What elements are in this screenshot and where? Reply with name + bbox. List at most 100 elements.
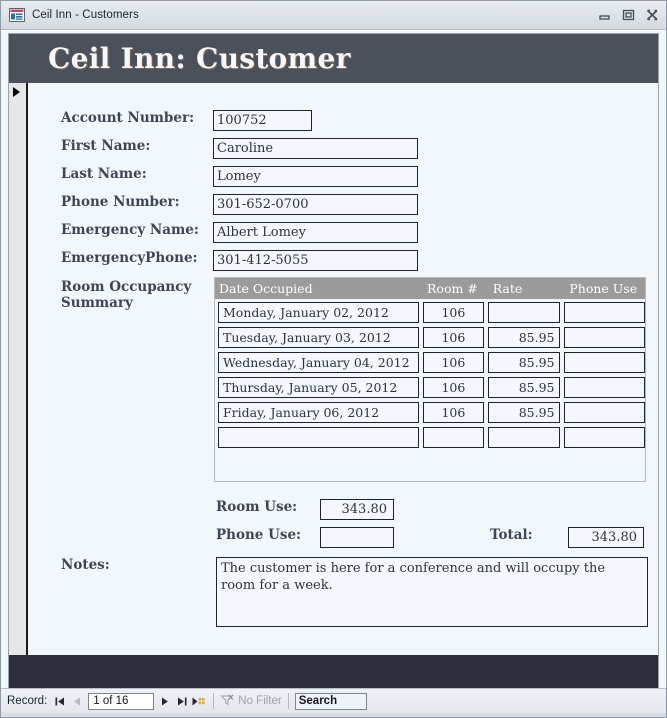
- search-input[interactable]: Search: [294, 692, 367, 710]
- input-phone-number[interactable]: 301-652-0700: [213, 194, 418, 215]
- label-emergency-name: Emergency Name:: [61, 222, 199, 238]
- access-form-window: Ceil Inn - Customers Ceil Inn: Customer …: [0, 0, 667, 718]
- cell-phone-use[interactable]: [563, 352, 645, 373]
- filter-label: No Filter: [238, 695, 282, 707]
- cell-rate[interactable]: [487, 302, 560, 323]
- page-title: Ceil Inn: Customer: [48, 42, 351, 75]
- close-icon[interactable]: [645, 8, 660, 22]
- cell-date-occupied[interactable]: Thursday, January 05, 2012: [218, 377, 419, 398]
- window-title: Ceil Inn - Customers: [32, 9, 139, 21]
- column-header-room-number[interactable]: Room #: [423, 278, 489, 299]
- label-phone-use-total: Phone Use:: [216, 527, 302, 543]
- cell-rate[interactable]: 85.95: [487, 327, 560, 348]
- form-document-area: Ceil Inn: Customer Account Number: 10075…: [1, 30, 666, 688]
- window-controls: [597, 1, 660, 29]
- form-footer-band: [9, 655, 658, 688]
- input-last-name[interactable]: Lomey: [213, 166, 418, 187]
- value-total[interactable]: 343.80: [568, 527, 644, 548]
- column-header-date-occupied[interactable]: Date Occupied: [215, 278, 423, 299]
- filter-icon: [220, 694, 234, 709]
- table-row: Friday, January 06, 2012 106 85.95: [218, 402, 645, 423]
- input-first-name[interactable]: Caroline: [213, 138, 418, 159]
- form-fields-container: Account Number: 100752 First Name: Carol…: [28, 83, 658, 655]
- field-row-account-number: Account Number: 100752: [61, 110, 312, 131]
- field-row-first-name: First Name: Caroline: [61, 138, 418, 159]
- field-row-phone-use-total: Phone Use:: [216, 527, 394, 548]
- filter-button[interactable]: No Filter: [220, 694, 282, 709]
- form-detail-band: Account Number: 100752 First Name: Carol…: [9, 83, 658, 655]
- field-row-notes: Notes: The customer is here for a confer…: [61, 557, 648, 627]
- input-emergency-name[interactable]: Albert Lomey: [213, 222, 418, 243]
- cell-room-number[interactable]: 106: [422, 302, 484, 323]
- restore-icon[interactable]: [621, 8, 636, 22]
- value-phone-use-total[interactable]: [320, 527, 394, 548]
- field-row-phone-number: Phone Number: 301-652-0700: [61, 194, 418, 215]
- form-surface: Ceil Inn: Customer Account Number: 10075…: [8, 33, 659, 688]
- cell-date-occupied[interactable]: Wednesday, January 04, 2012: [218, 352, 419, 373]
- table-row-new: [218, 427, 645, 448]
- minimize-icon[interactable]: [597, 8, 612, 22]
- cell-phone-use[interactable]: [563, 402, 645, 423]
- table-row: Monday, January 02, 2012 106: [218, 302, 645, 323]
- cell-room-number[interactable]: 106: [422, 327, 484, 348]
- label-last-name: Last Name:: [61, 166, 147, 182]
- first-record-icon[interactable]: [52, 692, 69, 710]
- cell-rate[interactable]: [487, 427, 560, 448]
- window-titlebar[interactable]: Ceil Inn - Customers: [1, 1, 666, 30]
- navbar-divider-2: [287, 693, 289, 709]
- input-account-number[interactable]: 100752: [213, 110, 312, 131]
- last-record-icon[interactable]: [173, 692, 190, 710]
- cell-room-number[interactable]: 106: [422, 352, 484, 373]
- record-position-input[interactable]: 1 of 16: [88, 692, 155, 710]
- cell-rate[interactable]: 85.95: [487, 377, 560, 398]
- field-row-total: Total: 343.80: [490, 527, 644, 548]
- cell-room-number[interactable]: [422, 427, 484, 448]
- label-room-use: Room Use:: [216, 499, 298, 515]
- label-total: Total:: [490, 527, 533, 543]
- table-row: Thursday, January 05, 2012 106 85.95: [218, 377, 645, 398]
- table-row: Tuesday, January 03, 2012 106 85.95: [218, 327, 645, 348]
- cell-date-occupied[interactable]: Friday, January 06, 2012: [218, 402, 419, 423]
- subform-header-row: Date Occupied Room # Rate Phone Use: [215, 278, 645, 299]
- field-row-room-use: Room Use: 343.80: [216, 499, 394, 520]
- current-record-marker-icon: [13, 87, 20, 97]
- label-account-number: Account Number:: [61, 110, 195, 126]
- label-phone-number: Phone Number:: [61, 194, 180, 210]
- field-row-emergency-phone: EmergencyPhone: 301-412-5055: [61, 250, 418, 271]
- label-first-name: First Name:: [61, 138, 151, 154]
- input-emergency-phone[interactable]: 301-412-5055: [213, 250, 418, 271]
- label-room-occupancy-summary: Room Occupancy Summary: [61, 279, 192, 311]
- input-notes[interactable]: The customer is here for a conference an…: [216, 557, 648, 627]
- cell-room-number[interactable]: 106: [422, 402, 484, 423]
- column-header-rate[interactable]: Rate: [489, 278, 566, 299]
- cell-date-occupied[interactable]: [218, 427, 419, 448]
- record-selector-strip[interactable]: [9, 83, 28, 655]
- subform-rows: Monday, January 02, 2012 106 Tuesday, Ja…: [215, 299, 645, 448]
- label-room-occupancy-summary-wrap: Room Occupancy Summary: [61, 279, 201, 311]
- new-record-icon[interactable]: [190, 692, 207, 710]
- access-form-icon: [9, 8, 25, 22]
- label-emergency-phone: EmergencyPhone:: [61, 250, 198, 266]
- room-occupancy-subform: Date Occupied Room # Rate Phone Use Mond…: [214, 277, 646, 482]
- table-row: Wednesday, January 04, 2012 106 85.95: [218, 352, 645, 373]
- column-header-phone-use[interactable]: Phone Use: [565, 278, 645, 299]
- cell-phone-use[interactable]: [563, 327, 645, 348]
- previous-record-icon: [69, 692, 86, 710]
- record-navigation-bar: Record: 1 of 16 No Filter Search: [1, 688, 666, 713]
- next-record-icon[interactable]: [156, 692, 173, 710]
- cell-phone-use[interactable]: [563, 427, 645, 448]
- cell-rate[interactable]: 85.95: [487, 352, 560, 373]
- field-row-emergency-name: Emergency Name: Albert Lomey: [61, 222, 418, 243]
- value-room-use[interactable]: 343.80: [320, 499, 394, 520]
- cell-date-occupied[interactable]: Tuesday, January 03, 2012: [218, 327, 419, 348]
- cell-phone-use[interactable]: [563, 377, 645, 398]
- cell-room-number[interactable]: 106: [422, 377, 484, 398]
- cell-date-occupied[interactable]: Monday, January 02, 2012: [218, 302, 419, 323]
- window-bottom-strip: [1, 713, 666, 717]
- label-notes: Notes:: [61, 557, 110, 573]
- cell-rate[interactable]: 85.95: [487, 402, 560, 423]
- field-row-last-name: Last Name: Lomey: [61, 166, 418, 187]
- form-header-band: Ceil Inn: Customer: [9, 34, 658, 83]
- navbar-divider-1: [213, 693, 215, 709]
- cell-phone-use[interactable]: [563, 302, 645, 323]
